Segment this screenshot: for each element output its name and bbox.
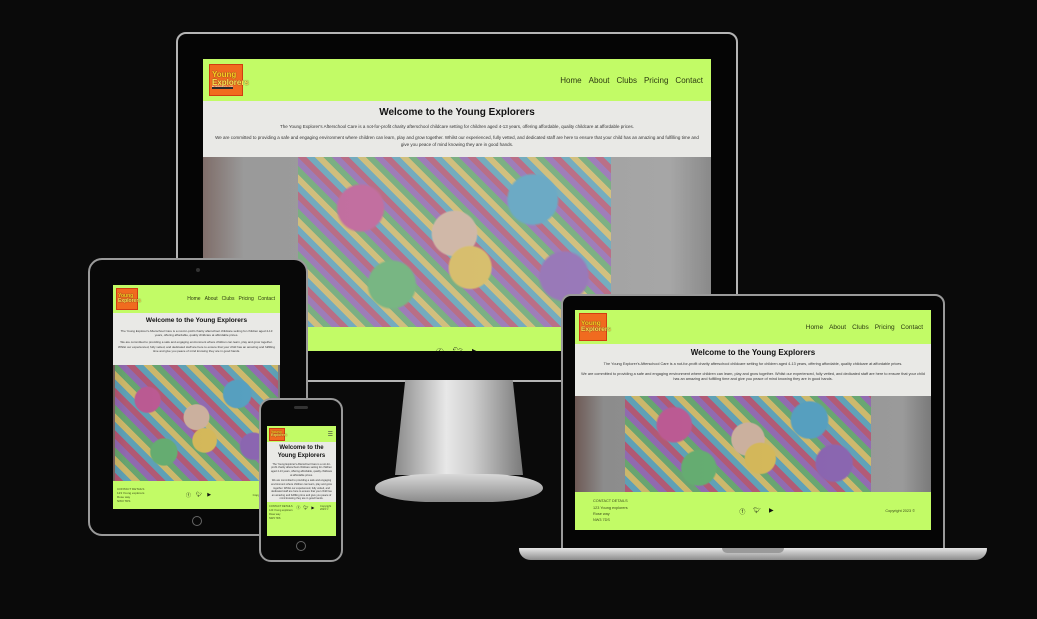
youtube-icon[interactable]: ▶ bbox=[769, 507, 774, 516]
nav-clubs[interactable]: Clubs bbox=[852, 324, 869, 331]
tablet-contact: CONTACT DETAILS 123 Young explorers Rose… bbox=[117, 486, 145, 504]
tablet-footer: CONTACT DETAILS 123 Young explorers Rose… bbox=[113, 481, 280, 509]
nav-about[interactable]: About bbox=[205, 296, 218, 302]
laptop-footer: CONTACT DETAILS 123 Young explorers Rose… bbox=[575, 492, 931, 530]
youtube-icon[interactable]: ▶ bbox=[207, 492, 211, 499]
nav-clubs[interactable]: Clubs bbox=[222, 296, 235, 302]
nav-about[interactable]: About bbox=[589, 76, 610, 85]
facebook-icon[interactable]: ⓕ bbox=[296, 505, 300, 511]
facebook-icon[interactable]: ⓕ bbox=[186, 492, 191, 499]
nav-pricing[interactable]: Pricing bbox=[238, 296, 253, 302]
nav-home[interactable]: Home bbox=[806, 324, 823, 331]
tablet-navlinks: Home About Clubs Pricing Contact bbox=[187, 296, 275, 302]
youtube-icon[interactable]: ▶ bbox=[472, 347, 478, 352]
nav-pricing[interactable]: Pricing bbox=[875, 324, 895, 331]
nav-about[interactable]: About bbox=[829, 324, 846, 331]
youtube-icon[interactable]: ▶ bbox=[311, 505, 314, 511]
nav-contact[interactable]: Contact bbox=[258, 296, 275, 302]
laptop-intro: Welcome to the Young Explorers The Young… bbox=[575, 344, 931, 396]
desktop-nav: Young Explorers AFTERSCHOOL CLUB Home Ab… bbox=[203, 59, 711, 101]
laptop-logo[interactable]: Young Explorers bbox=[579, 313, 611, 341]
nav-contact[interactable]: Contact bbox=[675, 76, 703, 85]
phone-footer: CONTACT DETAILS 123 Young explorers Rose… bbox=[267, 502, 336, 536]
facebook-icon[interactable]: ⓕ bbox=[739, 507, 745, 516]
desktop-social: ⓕ 🐦︎ ▶ bbox=[436, 347, 478, 352]
hamburger-menu-icon[interactable]: ☰ bbox=[328, 431, 333, 438]
painted-hands-image bbox=[115, 365, 278, 481]
nav-clubs[interactable]: Clubs bbox=[617, 76, 637, 85]
monitor-stand-base bbox=[375, 474, 543, 502]
laptop-notch bbox=[722, 548, 784, 553]
nav-home[interactable]: Home bbox=[560, 76, 581, 85]
twitter-icon[interactable]: 🐦︎ bbox=[753, 507, 761, 516]
tablet-logo[interactable]: Young Explorers bbox=[116, 288, 141, 310]
laptop-screen: Young Explorers Home About Clubs Pricing… bbox=[575, 310, 931, 530]
nav-contact[interactable]: Contact bbox=[901, 324, 923, 331]
twitter-icon[interactable]: 🐦︎ bbox=[196, 492, 202, 499]
desktop-navlinks: Home About Clubs Pricing Contact bbox=[560, 76, 703, 85]
nav-pricing[interactable]: Pricing bbox=[644, 76, 668, 85]
monitor-stand-neck bbox=[395, 380, 523, 475]
phone-intro: Welcome to the Young Explorers The Young… bbox=[267, 442, 336, 502]
laptop-hero-image bbox=[575, 396, 931, 492]
tablet-hero-image bbox=[113, 365, 280, 481]
painted-hands-image bbox=[625, 396, 871, 492]
twitter-icon[interactable]: 🐦︎ bbox=[453, 347, 463, 352]
desktop-intro: Welcome to the Young Explorers The Young… bbox=[203, 101, 711, 157]
phone-screen: Young Explorers ☰ Welcome to the Young E… bbox=[267, 426, 336, 536]
phone-nav: Young Explorers ☰ bbox=[267, 426, 336, 442]
laptop-device: Young Explorers Home About Clubs Pricing… bbox=[561, 294, 945, 550]
phone-logo[interactable]: Young Explorers bbox=[269, 427, 287, 441]
laptop-navlinks: Home About Clubs Pricing Contact bbox=[806, 324, 923, 331]
facebook-icon[interactable]: ⓕ bbox=[436, 347, 444, 352]
page-title: Welcome to the Young Explorers bbox=[379, 107, 535, 118]
laptop-nav: Young Explorers Home About Clubs Pricing… bbox=[575, 310, 931, 344]
phone-home-button[interactable] bbox=[296, 541, 306, 551]
twitter-icon[interactable]: 🐦︎ bbox=[303, 505, 308, 511]
tablet-home-button[interactable] bbox=[192, 516, 202, 526]
tablet-nav: Young Explorers Home About Clubs Pricing… bbox=[113, 285, 280, 313]
nav-home[interactable]: Home bbox=[187, 296, 200, 302]
phone-device: Young Explorers ☰ Welcome to the Young E… bbox=[259, 398, 343, 562]
desktop-logo[interactable]: Young Explorers AFTERSCHOOL CLUB bbox=[209, 64, 249, 96]
tablet-screen: Young Explorers Home About Clubs Pricing… bbox=[113, 285, 280, 509]
tablet-intro: Welcome to the Young Explorers The Young… bbox=[113, 313, 280, 365]
